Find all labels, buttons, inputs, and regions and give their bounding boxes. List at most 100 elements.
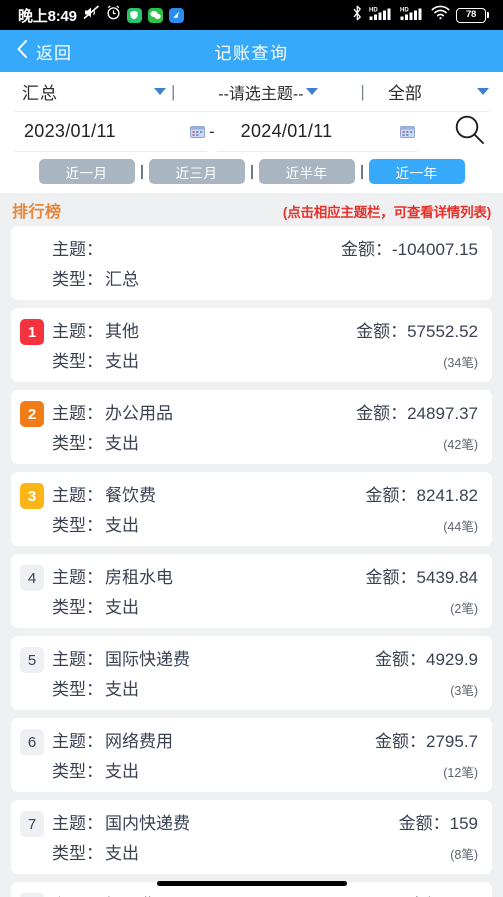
card-body: 主题： 餐饮费 金额：8241.82 类型： 支出 (44笔)	[52, 481, 478, 536]
search-icon	[453, 113, 487, 152]
topic-label: 主题：	[52, 322, 103, 341]
card-line-topic: 主题： 办公用品 金额：24897.37	[52, 399, 478, 424]
quick-range-1month[interactable]: 近一月	[38, 159, 135, 184]
svg-text:HD: HD	[400, 7, 409, 13]
topic-label: 主题：	[52, 486, 103, 505]
type-value: 汇总	[105, 270, 139, 289]
quick-range-halfyear[interactable]: 近半年	[258, 159, 355, 184]
amount-text: 金额：24897.37	[344, 399, 478, 424]
type-value: 支出	[105, 762, 139, 781]
card-body: 主题： 国内快递费 金额：159 类型： 支出 (8笔)	[52, 809, 478, 864]
rank-badge: 8	[20, 893, 44, 897]
amount-text: 金额：20	[396, 891, 478, 897]
rank-badge: 7	[20, 811, 44, 837]
card-body: 主题： 房租水电 金额：5439.84 类型： 支出 (2笔)	[52, 563, 478, 618]
count-value: (12笔)	[443, 766, 478, 780]
amount-label: 金额：	[365, 568, 417, 587]
rank-badge: 6	[20, 729, 44, 755]
ranking-hint: (点击相应主题栏，可查看详情列表)	[282, 205, 491, 220]
rank-badge: 2	[20, 401, 44, 427]
table-row[interactable]: 6 主题： 网络费用 金额：2795.7 类型： 支出 (12笔)	[11, 718, 492, 792]
table-row[interactable]: 1 主题： 其他 金额：57552.52 类型： 支出 (34笔)	[11, 308, 492, 382]
card-line-topic: 主题： 网络费用 金额：2795.7	[52, 727, 478, 752]
status-bar: 晚上8:49 HD HD 78	[0, 0, 503, 30]
start-date-input[interactable]: 2023/01/11	[14, 112, 207, 152]
svg-text:HD: HD	[369, 7, 378, 13]
amount-value: 57552.52	[407, 322, 478, 341]
amount-value: 24897.37	[407, 404, 478, 423]
alarm-icon	[106, 5, 121, 25]
type-select[interactable]: 全部	[370, 72, 489, 111]
search-button[interactable]	[445, 113, 489, 152]
back-button[interactable]: 返回	[0, 30, 84, 72]
chevron-left-icon	[16, 39, 28, 64]
card-line-topic: 主题： 国内快递费 金额：159	[52, 809, 478, 834]
count-value: (42笔)	[443, 438, 478, 452]
card-line-type: 类型： 汇总	[52, 265, 478, 290]
chevron-down-icon	[305, 88, 318, 95]
type-label: 类型：	[52, 434, 103, 453]
wifi-icon	[431, 5, 450, 25]
amount-value: 4929.9	[426, 650, 478, 669]
filter-selects-row: 汇总 | --请选主题-- | 全部	[14, 72, 489, 112]
chip-separator	[140, 164, 143, 179]
table-row[interactable]: 8 主题： 加工费 金额：20 类型： 支出	[11, 882, 492, 897]
summary-card[interactable]: 主题： 金额：-104007.15 类型： 汇总	[11, 226, 492, 300]
type-label: 类型：	[52, 352, 103, 371]
card-body: 主题： 办公用品 金额：24897.37 类型： 支出 (42笔)	[52, 399, 478, 454]
battery-body: 78	[456, 7, 486, 23]
type-label: 类型：	[52, 844, 103, 863]
battery-percent: 78	[466, 9, 476, 21]
card-line-type: 类型： 支出 (2笔)	[52, 593, 478, 618]
card-line-topic: 主题： 房租水电 金额：5439.84	[52, 563, 478, 588]
amount-text: 金额：8241.82	[354, 481, 478, 506]
topic-label: 主题：	[52, 814, 103, 833]
mode-select-value: 汇总	[22, 84, 58, 103]
card-line-type: 类型： 支出 (34笔)	[52, 347, 478, 372]
topic-value: 加工费	[105, 891, 156, 897]
mode-select[interactable]: 汇总	[14, 72, 166, 111]
type-value: 支出	[105, 844, 139, 863]
ranking-title: 排行榜	[12, 204, 62, 221]
table-row[interactable]: 3 主题： 餐饮费 金额：8241.82 类型： 支出 (44笔)	[11, 472, 492, 546]
type-value: 支出	[105, 352, 139, 371]
table-row[interactable]: 2 主题： 办公用品 金额：24897.37 类型： 支出 (42笔)	[11, 390, 492, 464]
signal-hd-2-icon: HD	[400, 5, 425, 26]
signal-hd-1-icon: HD	[369, 5, 394, 26]
quick-range-1year[interactable]: 近一年	[368, 159, 465, 184]
type-label: 类型：	[52, 270, 103, 289]
status-bar-right: HD HD 78	[352, 5, 489, 26]
chip-separator	[250, 164, 253, 179]
select-divider-1: |	[171, 81, 176, 101]
amount-value: 2795.7	[426, 732, 478, 751]
count-value: (34笔)	[443, 356, 478, 370]
calendar-icon[interactable]	[190, 125, 205, 138]
end-date-input[interactable]: 2024/01/11	[216, 112, 417, 152]
topic-select-value: --请选主题--	[218, 85, 304, 103]
amount-text: 金额：4929.9	[363, 645, 478, 670]
type-label: 类型：	[52, 762, 103, 781]
topic-select[interactable]: --请选主题--	[180, 72, 355, 111]
quick-range-3month[interactable]: 近三月	[148, 159, 245, 184]
calendar-icon[interactable]	[399, 125, 415, 138]
topic-label: 主题：	[52, 568, 103, 587]
rank-badge: 5	[20, 647, 44, 673]
battery-indicator: 78	[456, 7, 489, 23]
app-blue-icon	[168, 7, 184, 23]
count-value: (8笔)	[450, 848, 478, 862]
ranking-list[interactable]: 主题： 金额：-104007.15 类型： 汇总 1 主题： 其他 金额：575…	[0, 226, 503, 897]
app-green-shield-icon	[126, 7, 142, 23]
type-value: 支出	[105, 598, 139, 617]
amount-text: 金额：159	[387, 809, 478, 834]
table-row[interactable]: 7 主题： 国内快递费 金额：159 类型： 支出 (8笔)	[11, 800, 492, 874]
amount-value: -104007.15	[391, 240, 478, 259]
card-line-type: 类型： 支出 (44笔)	[52, 511, 478, 536]
type-label: 类型：	[52, 598, 103, 617]
card-body: 主题： 金额：-104007.15 类型： 汇总	[52, 235, 478, 290]
card-line-type: 类型： 支出 (8笔)	[52, 839, 478, 864]
date-range-dash: -	[209, 122, 215, 141]
table-row[interactable]: 4 主题： 房租水电 金额：5439.84 类型： 支出 (2笔)	[11, 554, 492, 628]
type-label: 类型：	[52, 680, 103, 699]
table-row[interactable]: 5 主题： 国际快递费 金额：4929.9 类型： 支出 (3笔)	[11, 636, 492, 710]
topic-value: 房租水电	[105, 568, 173, 587]
